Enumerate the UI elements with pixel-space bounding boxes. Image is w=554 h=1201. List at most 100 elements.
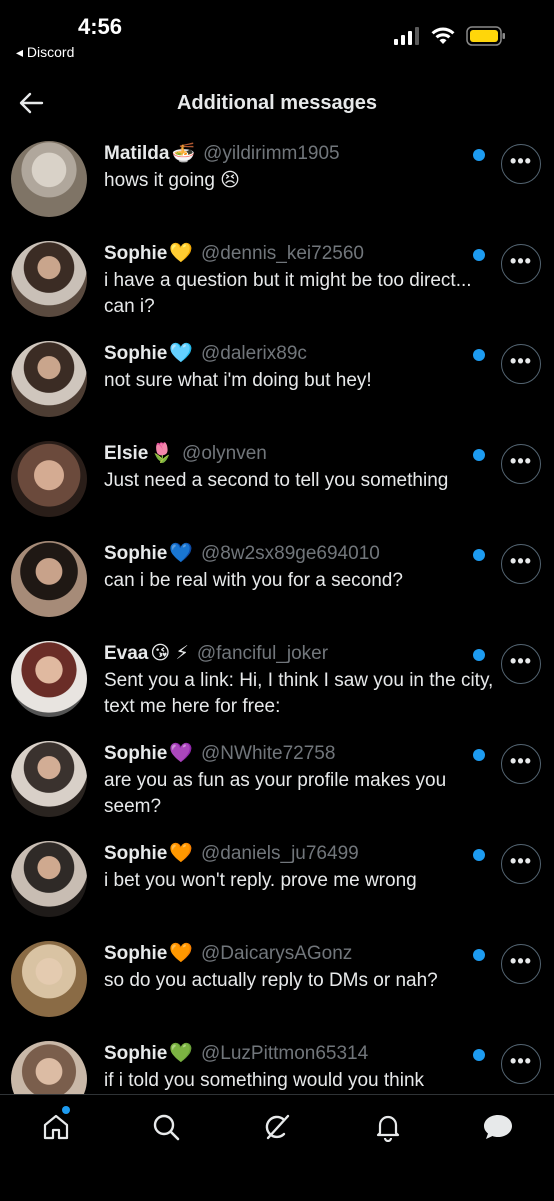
name-emoji: 🧡 bbox=[169, 843, 194, 864]
more-icon: ••• bbox=[510, 1051, 532, 1071]
more-icon: ••• bbox=[510, 651, 532, 671]
notifications-icon bbox=[376, 1115, 400, 1142]
more-options-button[interactable]: ••• bbox=[501, 1044, 541, 1084]
sender-name: Matilda bbox=[104, 143, 170, 164]
more-options-button[interactable]: ••• bbox=[501, 944, 541, 984]
bottom-nav bbox=[0, 1094, 554, 1201]
sender-name: Sophie bbox=[104, 943, 168, 964]
message-preview: i have a question but it might be too di… bbox=[104, 270, 472, 317]
message-row[interactable]: Sophie 💜 @NWhite72758 are you as fun as yo… bbox=[0, 736, 554, 836]
name-emoji: 💚 bbox=[169, 1043, 194, 1064]
more-icon: ••• bbox=[510, 351, 532, 371]
sender-handle: @yildirimm1905 bbox=[203, 143, 340, 164]
sender-name: Sophie bbox=[104, 243, 168, 264]
avatar[interactable] bbox=[11, 1041, 87, 1094]
signal-icon bbox=[394, 27, 419, 45]
message-preview: hows it going 😣 bbox=[104, 170, 240, 191]
avatar[interactable] bbox=[11, 341, 87, 417]
message-row[interactable]: Matilda 🍜 @yildirimm1905 hows it going 😣 •… bbox=[0, 136, 554, 236]
avatar[interactable] bbox=[11, 741, 87, 817]
more-options-button[interactable]: ••• bbox=[501, 544, 541, 584]
message-row[interactable]: Evaa 😘 ⚡ @fanciful_joker Sent you a link: … bbox=[0, 636, 554, 736]
more-options-button[interactable]: ••• bbox=[501, 444, 541, 484]
more-icon: ••• bbox=[510, 251, 532, 271]
message-row[interactable]: Sophie 🧡 @daniels_ju76499 i bet you won't … bbox=[0, 836, 554, 936]
message-row[interactable]: Sophie 💙 @8w2sx89ge694010 can i be real wi… bbox=[0, 536, 554, 636]
more-options-button[interactable]: ••• bbox=[501, 844, 541, 884]
avatar[interactable] bbox=[11, 541, 87, 617]
unread-dot bbox=[473, 249, 485, 261]
nav-messages[interactable] bbox=[480, 1109, 516, 1145]
avatar[interactable] bbox=[11, 241, 87, 317]
message-preview: i bet you won't reply. prove me wrong bbox=[104, 870, 417, 891]
more-icon: ••• bbox=[510, 851, 532, 871]
page-title: Additional messages bbox=[176, 92, 378, 114]
more-options-button[interactable]: ••• bbox=[501, 744, 541, 784]
avatar[interactable] bbox=[11, 441, 87, 517]
avatar[interactable] bbox=[11, 841, 87, 917]
sender-handle: @dalerix89c bbox=[201, 343, 307, 364]
sender-handle: @dennis_kei72560 bbox=[201, 243, 364, 264]
name-emoji: 🍜 bbox=[171, 143, 196, 164]
unread-dot bbox=[473, 949, 485, 961]
more-icon: ••• bbox=[510, 151, 532, 171]
message-row[interactable]: Elsie 🌷 @olynven Just need a second to tel… bbox=[0, 436, 554, 536]
avatar[interactable] bbox=[11, 141, 87, 217]
avatar[interactable] bbox=[11, 941, 87, 1017]
message-preview: Sent you a link: Hi, I think I saw you i… bbox=[104, 670, 494, 717]
sender-handle: @daniels_ju76499 bbox=[201, 843, 359, 864]
nav-grok[interactable] bbox=[259, 1109, 295, 1145]
sender-handle: @DaicarysAGonz bbox=[201, 943, 353, 964]
message-row[interactable]: Sophie 💚 @LuzPittmon65314 if i told you so… bbox=[0, 1036, 554, 1094]
more-icon: ••• bbox=[510, 551, 532, 571]
name-emoji: 😘 ⚡ bbox=[150, 643, 189, 664]
wifi-icon bbox=[431, 27, 455, 44]
nav-notifications[interactable] bbox=[370, 1109, 406, 1145]
name-emoji: 🌷 bbox=[150, 443, 175, 464]
more-icon: ••• bbox=[510, 751, 532, 771]
unread-dot bbox=[473, 649, 485, 661]
home-icon bbox=[43, 1114, 69, 1140]
unread-dot bbox=[473, 349, 485, 361]
avatar[interactable] bbox=[11, 641, 87, 717]
sender-handle: @olynven bbox=[182, 443, 267, 464]
sender-name: Sophie bbox=[104, 843, 168, 864]
home-notification-dot bbox=[62, 1106, 70, 1114]
name-emoji: 🧡 bbox=[169, 943, 194, 964]
message-preview: are you as fun as your profile makes you… bbox=[104, 770, 447, 817]
sender-handle: @LuzPittmon65314 bbox=[201, 1043, 369, 1064]
more-options-button[interactable]: ••• bbox=[501, 244, 541, 284]
more-options-button[interactable]: ••• bbox=[501, 344, 541, 384]
message-list: Matilda 🍜 @yildirimm1905 hows it going 😣 •… bbox=[0, 136, 554, 1094]
unread-dot bbox=[473, 449, 485, 461]
message-preview: Just need a second to tell you something bbox=[104, 470, 449, 491]
message-row[interactable]: Sophie 🩵 @dalerix89c not sure what i'm doi… bbox=[0, 336, 554, 436]
more-options-button[interactable]: ••• bbox=[501, 644, 541, 684]
name-emoji: 🩵 bbox=[169, 343, 194, 364]
more-icon: ••• bbox=[510, 451, 532, 471]
more-icon: ••• bbox=[510, 951, 532, 971]
name-emoji: 💜 bbox=[169, 743, 194, 764]
battery-icon bbox=[466, 26, 505, 46]
back-to-app-link[interactable]: ◂ Discord bbox=[16, 44, 74, 61]
sender-name: Sophie bbox=[104, 343, 168, 364]
status-bar: 4:56 ◂ Discord bbox=[0, 0, 554, 70]
status-icons bbox=[394, 26, 506, 46]
sender-handle: @fanciful_joker bbox=[196, 643, 329, 664]
messages-icon bbox=[484, 1115, 512, 1139]
message-preview: can i be real with you for a second? bbox=[104, 570, 403, 591]
message-preview: if i told you something would you think bbox=[104, 1070, 425, 1091]
unread-dot bbox=[473, 149, 485, 161]
header: Additional messages bbox=[0, 76, 554, 132]
clock: 4:56 bbox=[78, 14, 123, 39]
nav-search[interactable] bbox=[148, 1109, 184, 1145]
nav-home[interactable] bbox=[38, 1109, 74, 1145]
name-emoji: 💙 bbox=[169, 543, 194, 564]
name-emoji: 💛 bbox=[169, 243, 194, 264]
more-options-button[interactable]: ••• bbox=[501, 144, 541, 184]
sender-handle: @NWhite72758 bbox=[201, 743, 336, 764]
unread-dot bbox=[473, 749, 485, 761]
message-row[interactable]: Sophie 💛 @dennis_kei72560 i have a questio… bbox=[0, 236, 554, 336]
sender-handle: @8w2sx89ge694010 bbox=[201, 543, 380, 564]
message-row[interactable]: Sophie 🧡 @DaicarysAGonz so do you actually… bbox=[0, 936, 554, 1036]
